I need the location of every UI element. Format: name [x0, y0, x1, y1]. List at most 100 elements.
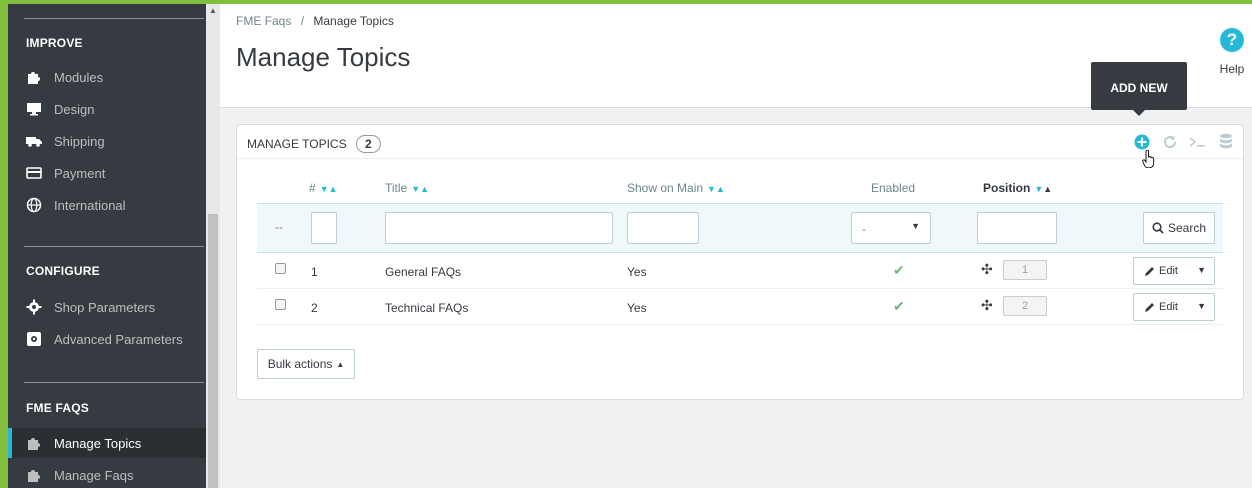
- chevron-down-icon[interactable]: ▼: [1197, 265, 1206, 275]
- title-filter-input[interactable]: [385, 212, 613, 244]
- edit-button-label: Edit: [1159, 301, 1178, 313]
- row-show-on-main: Yes: [627, 301, 647, 315]
- puzzle-icon: [26, 435, 42, 451]
- breadcrumb-current: Manage Topics: [313, 14, 394, 28]
- manage-topics-panel: MANAGE TOPICS 2 # ▼▲ Title ▼▲ Show on Ma…: [236, 124, 1244, 400]
- panel-title-text: MANAGE TOPICS: [247, 137, 347, 151]
- edit-button[interactable]: Edit ▼: [1133, 257, 1215, 285]
- pencil-icon: [1145, 266, 1154, 276]
- desktop-icon: [26, 101, 42, 117]
- enabled-filter-select[interactable]: - ▼: [851, 212, 931, 244]
- truck-icon: [26, 133, 42, 149]
- sidebar-item-advanced-parameters[interactable]: Advanced Parameters: [8, 324, 206, 354]
- credit-card-icon: [26, 165, 42, 181]
- row-id: 1: [311, 265, 318, 279]
- sidebar-item-payment[interactable]: Payment: [8, 158, 206, 188]
- sidebar-item-shipping[interactable]: Shipping: [8, 126, 206, 156]
- question-icon: ?: [1220, 28, 1244, 52]
- edit-button-label: Edit: [1159, 265, 1178, 277]
- column-header-enabled: Enabled: [871, 181, 916, 195]
- sidebar-item-design[interactable]: Design: [8, 94, 206, 124]
- page-title: Manage Topics: [236, 42, 411, 72]
- sort-arrows-icon[interactable]: ▼▲: [1034, 184, 1052, 194]
- table-row: 2 Technical FAQs Yes ✔ ✣ 2 Edit ▼: [257, 289, 1223, 325]
- column-header-title[interactable]: Title ▼▲: [385, 181, 429, 195]
- sort-arrows-icon[interactable]: ▼▲: [707, 184, 725, 194]
- panel-title: MANAGE TOPICS 2: [247, 135, 381, 153]
- sidebar-scrollbar[interactable]: ▲: [206, 4, 220, 488]
- drag-handle-icon[interactable]: ✣: [981, 261, 993, 278]
- position-filter-input[interactable]: [977, 212, 1057, 244]
- sidebar-scroll-thumb[interactable]: [208, 214, 218, 488]
- breadcrumb-separator: /: [300, 14, 305, 28]
- help-label: Help: [1219, 62, 1245, 76]
- table-row: 1 General FAQs Yes ✔ ✣ 1 Edit ▼: [257, 253, 1223, 289]
- enabled-filter-value: -: [862, 222, 866, 236]
- admin-frame: IMPROVE Modules Design Shipping Payment: [8, 4, 1252, 488]
- bulk-actions-button[interactable]: Bulk actions ▲: [257, 349, 355, 379]
- sidebar-item-label: Payment: [54, 165, 106, 181]
- row-title: Technical FAQs: [385, 301, 469, 315]
- add-new-button[interactable]: [1133, 133, 1151, 151]
- puzzle-icon: [26, 69, 42, 85]
- breadcrumb-parent[interactable]: FME Faqs: [236, 14, 291, 28]
- row-checkbox[interactable]: [275, 263, 286, 274]
- add-new-tooltip: ADD NEW: [1091, 62, 1187, 116]
- sidebar-item-label: Shop Parameters: [54, 299, 156, 315]
- chevron-down-icon[interactable]: ▼: [1197, 301, 1206, 311]
- sidebar-section-fme-faqs: FME FAQS: [26, 401, 89, 415]
- sidebar-item-manage-topics[interactable]: Manage Topics: [8, 428, 206, 458]
- sidebar-section-configure: CONFIGURE: [26, 264, 100, 278]
- refresh-icon: [1164, 135, 1177, 149]
- row-position: 2: [1003, 296, 1047, 316]
- puzzle-icon: [26, 467, 42, 483]
- show-on-main-filter-input[interactable]: [627, 212, 699, 244]
- drag-handle-icon[interactable]: ✣: [981, 297, 993, 314]
- sort-arrows-icon[interactable]: ▼▲: [411, 184, 429, 194]
- breadcrumb: FME Faqs / Manage Topics: [236, 14, 394, 28]
- export-button[interactable]: [1217, 133, 1235, 151]
- sidebar-item-label: Advanced Parameters: [54, 331, 183, 347]
- edit-button[interactable]: Edit ▼: [1133, 293, 1215, 321]
- caret-up-icon: ▲: [336, 359, 345, 369]
- topics-table: # ▼▲ Title ▼▲ Show on Main ▼▲ Enabled Posit…: [257, 173, 1223, 325]
- count-badge: 2: [355, 135, 381, 153]
- sidebar-divider: [24, 382, 204, 383]
- filter-row: -- - ▼ Search: [257, 203, 1223, 253]
- sidebar-item-label: Modules: [54, 69, 104, 85]
- sort-arrows-icon[interactable]: ▼▲: [320, 184, 338, 194]
- sidebar-item-label: Design: [54, 101, 95, 117]
- globe-icon: [26, 197, 42, 213]
- export-icon: [1220, 133, 1232, 149]
- enabled-check-icon[interactable]: ✔: [893, 298, 905, 315]
- row-position: 1: [1003, 260, 1047, 280]
- panel-toolbar: [1133, 133, 1235, 151]
- sidebar-item-modules[interactable]: Modules: [8, 62, 206, 92]
- column-header-position[interactable]: Position ▼▲: [983, 181, 1052, 195]
- column-header-id[interactable]: # ▼▲: [309, 181, 338, 195]
- sidebar-divider: [24, 18, 204, 19]
- search-icon: [1152, 222, 1164, 234]
- sql-query-button[interactable]: [1189, 133, 1207, 151]
- bulk-filter-placeholder: --: [275, 220, 283, 234]
- enabled-check-icon[interactable]: ✔: [893, 262, 905, 279]
- column-header-show-on-main[interactable]: Show on Main ▼▲: [627, 181, 725, 195]
- refresh-button[interactable]: [1161, 133, 1179, 151]
- sidebar-item-international[interactable]: International: [8, 190, 206, 220]
- search-button[interactable]: Search: [1143, 212, 1215, 244]
- sidebar-item-label: Shipping: [54, 133, 105, 149]
- row-show-on-main: Yes: [627, 265, 647, 279]
- sidebar-item-shop-parameters[interactable]: Shop Parameters: [8, 292, 206, 322]
- id-filter-input[interactable]: [311, 212, 337, 244]
- row-checkbox[interactable]: [275, 299, 286, 310]
- sql-query-icon: [1189, 137, 1205, 147]
- sidebar-section-improve: IMPROVE: [26, 36, 83, 50]
- table-header: # ▼▲ Title ▼▲ Show on Main ▼▲ Enabled Posit…: [257, 173, 1223, 203]
- settings-box-icon: [26, 331, 42, 347]
- help-button[interactable]: ? Help: [1212, 28, 1252, 76]
- add-new-icon: [1134, 134, 1150, 150]
- sidebar-item-manage-faqs[interactable]: Manage Faqs: [8, 460, 206, 488]
- scroll-up-icon[interactable]: ▲: [208, 6, 218, 16]
- sidebar-item-label: Manage Faqs: [54, 467, 134, 483]
- sidebar-item-label: Manage Topics: [54, 435, 142, 451]
